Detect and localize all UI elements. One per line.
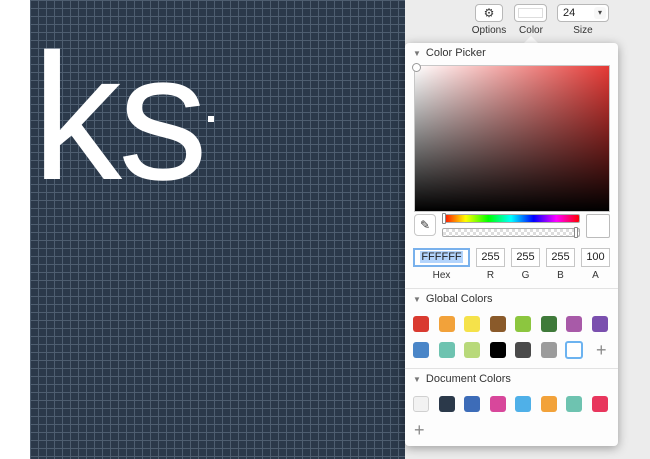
color-well: [518, 8, 543, 18]
global-color-swatch[interactable]: [565, 341, 583, 359]
hex-value: FFFFFF: [420, 251, 463, 263]
blue-field[interactable]: 255: [546, 248, 575, 267]
eyedropper-icon: ✎: [419, 218, 431, 232]
global-colors-title: Global Colors: [425, 293, 493, 305]
document-colors-header[interactable]: ▼ Document Colors: [413, 373, 511, 385]
resize-handle[interactable]: [208, 116, 214, 122]
divider: [405, 368, 618, 369]
document-color-swatch[interactable]: [464, 396, 480, 412]
document-color-swatch[interactable]: [490, 396, 506, 412]
sv-cursor[interactable]: [412, 63, 421, 72]
global-color-swatch[interactable]: [515, 316, 531, 332]
disclosure-triangle-icon: ▼: [413, 295, 421, 304]
global-colors-header[interactable]: ▼ Global Colors: [413, 293, 493, 305]
alpha-field[interactable]: 100: [581, 248, 610, 267]
color-preview: [586, 214, 610, 238]
color-label: Color: [519, 25, 543, 36]
document-colors-title: Document Colors: [425, 373, 511, 385]
hue-slider[interactable]: [442, 213, 580, 224]
color-button[interactable]: [514, 4, 547, 22]
global-color-swatch[interactable]: [566, 316, 582, 332]
size-label: Size: [573, 25, 593, 36]
green-field[interactable]: 255: [511, 248, 540, 267]
global-color-swatch[interactable]: [592, 316, 608, 332]
hex-label: Hex: [432, 270, 451, 281]
document-color-swatch[interactable]: [515, 396, 531, 412]
add-document-color-icon[interactable]: +: [414, 421, 425, 439]
global-color-swatch[interactable]: [413, 342, 429, 358]
alpha-slider-knob[interactable]: [574, 227, 578, 238]
options-label: Options: [471, 25, 507, 36]
global-color-swatch[interactable]: [413, 316, 429, 332]
chevron-down-icon: ▾: [594, 7, 606, 19]
green-label: G: [521, 270, 530, 281]
global-color-swatch[interactable]: [490, 342, 506, 358]
disclosure-triangle-icon: ▼: [413, 375, 421, 384]
saturation-brightness-field[interactable]: [412, 63, 610, 212]
blue-label: B: [557, 270, 564, 281]
size-select[interactable]: 24 ▾: [557, 4, 609, 22]
disclosure-triangle-icon: ▼: [413, 49, 421, 58]
color-picker-title: Color Picker: [425, 47, 486, 59]
red-field[interactable]: 255: [476, 248, 505, 267]
document-color-swatch[interactable]: [541, 396, 557, 412]
document-color-swatch[interactable]: [566, 396, 582, 412]
document-color-swatch[interactable]: [439, 396, 455, 412]
eyedropper-button[interactable]: ✎: [414, 214, 436, 236]
divider: [405, 288, 618, 289]
inspector-toolbar: ⚙ Options Color 24 ▾ Size: [405, 0, 650, 40]
global-color-swatch[interactable]: [490, 316, 506, 332]
global-color-swatch[interactable]: [439, 316, 455, 332]
alpha-slider[interactable]: [442, 227, 580, 238]
global-color-swatch[interactable]: [515, 342, 531, 358]
global-color-swatch[interactable]: [439, 342, 455, 358]
options-button[interactable]: ⚙: [475, 4, 503, 22]
add-global-color-icon[interactable]: +: [596, 341, 607, 359]
document-color-swatch[interactable]: [592, 396, 608, 412]
hex-field[interactable]: FFFFFF: [413, 248, 470, 267]
color-picker-header[interactable]: ▼ Color Picker: [413, 47, 486, 59]
global-color-swatch[interactable]: [464, 316, 480, 332]
canvas-margin: [0, 0, 30, 459]
alpha-label: A: [592, 270, 599, 281]
color-popover: ▼ Color Picker ✎ FFFFFF 255 255 255 100 H…: [405, 43, 618, 446]
red-label: R: [486, 270, 495, 281]
document-color-swatch[interactable]: [413, 396, 429, 412]
gear-icon: ⚙: [483, 6, 495, 20]
global-color-swatch[interactable]: [541, 342, 557, 358]
global-color-swatch[interactable]: [464, 342, 480, 358]
canvas-text-layer[interactable]: ks: [32, 28, 208, 208]
hue-slider-knob[interactable]: [442, 213, 446, 224]
global-color-swatch[interactable]: [541, 316, 557, 332]
